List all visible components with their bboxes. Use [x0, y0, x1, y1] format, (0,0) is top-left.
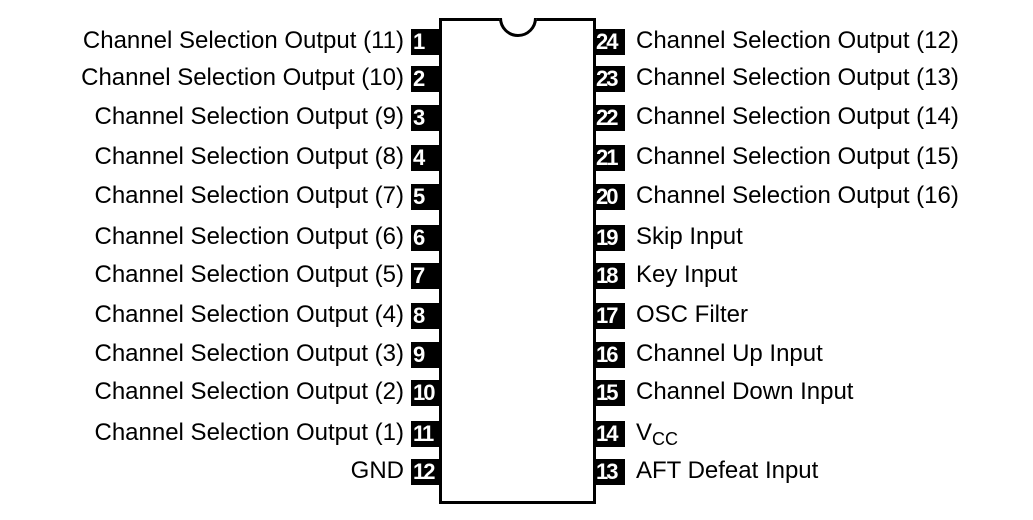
pin-16-number: 16 [596, 342, 625, 368]
pin-21-number: 21 [596, 145, 625, 171]
pin-7-label: Channel Selection Output (5) [94, 261, 404, 288]
pin1-notch [499, 15, 537, 37]
pin-3-number: 3 [411, 105, 439, 131]
pin-4-number: 4 [411, 145, 439, 171]
pin-21-label: Channel Selection Output (15) [636, 143, 959, 170]
pin-3-label: Channel Selection Output (9) [94, 103, 404, 130]
pin-11-number: 11 [411, 421, 439, 447]
pin-15-number: 15 [596, 380, 625, 406]
pin-18-number: 18 [596, 263, 625, 289]
pin-5-label: Channel Selection Output (7) [94, 182, 404, 209]
pin-24-label: Channel Selection Output (12) [636, 27, 959, 54]
pin-16-label: Channel Up Input [636, 340, 823, 367]
pin-12-label: GND [350, 457, 404, 484]
pin-19-label: Skip Input [636, 223, 743, 250]
pin-14-number: 14 [596, 421, 625, 447]
pin-7-number: 7 [411, 263, 439, 289]
pin-23-label: Channel Selection Output (13) [636, 64, 959, 91]
pin-1-label: Channel Selection Output (11) [82, 27, 404, 54]
pin-8-number: 8 [411, 303, 439, 329]
pin-22-label: Channel Selection Output (14) [636, 103, 959, 130]
pin-10-number: 10 [411, 380, 439, 406]
pin-14-label: VCC [636, 419, 679, 450]
pin-11-label: Channel Selection Output (1) [94, 419, 404, 446]
pin-24-number: 24 [596, 29, 625, 55]
pin-9-number: 9 [411, 342, 439, 368]
pin-20-number: 20 [596, 184, 625, 210]
pin-22-number: 22 [596, 105, 625, 131]
pin-6-number: 6 [411, 225, 439, 251]
pin-9-label: Channel Selection Output (3) [94, 340, 404, 367]
pin-6-label: Channel Selection Output (6) [94, 223, 404, 250]
pin-13-label: AFT Defeat Input [636, 457, 819, 484]
pin-15-label: Channel Down Input [636, 378, 854, 405]
pin-23-number: 23 [596, 66, 625, 92]
pin-18-label: Key Input [636, 261, 738, 288]
pin-4-label: Channel Selection Output (8) [94, 143, 404, 170]
pin-20-label: Channel Selection Output (16) [636, 182, 959, 209]
pin-17-label: OSC Filter [636, 301, 749, 328]
pin-17-number: 17 [596, 303, 625, 329]
pin-8-label: Channel Selection Output (4) [94, 301, 404, 328]
pin-19-number: 19 [596, 225, 625, 251]
pin-13-number: 13 [596, 459, 625, 485]
ic-package-body [439, 18, 596, 504]
pin-2-number: 2 [411, 66, 439, 92]
pin-14-label-subscript: CC [652, 429, 679, 449]
pin-5-number: 5 [411, 184, 439, 210]
pin-2-label: Channel Selection Output (10) [81, 64, 404, 91]
pin-12-number: 12 [411, 459, 439, 485]
pin-10-label: Channel Selection Output (2) [94, 378, 404, 405]
pin-1-number: 1 [411, 29, 439, 55]
